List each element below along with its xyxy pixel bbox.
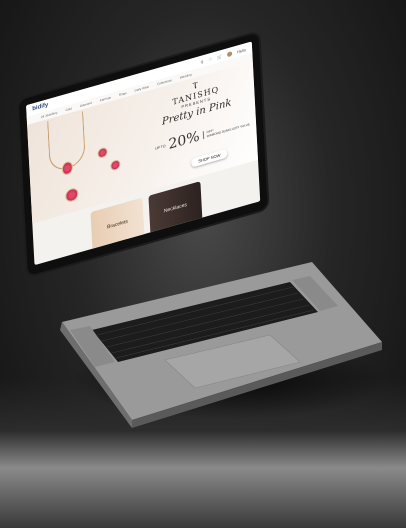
ring-gem: [65, 186, 79, 204]
category-label: Bracelets: [106, 218, 129, 231]
user-label[interactable]: Hello: [237, 47, 246, 55]
nav-item[interactable]: Gold: [65, 106, 72, 112]
earring-gem: [97, 146, 108, 160]
category-label: Necklaces: [163, 201, 188, 215]
discount-percent: 20%: [168, 128, 201, 153]
pendant-gem: [61, 160, 74, 177]
earring-gem: [110, 158, 121, 172]
search-icon[interactable]: ⚲: [200, 59, 203, 65]
shop-now-button[interactable]: SHOP NOW: [191, 148, 228, 168]
cart-icon[interactable]: 🛒: [217, 53, 222, 59]
offer-text: OFF* DIAMOND JEWELLERY VALUE: [202, 118, 250, 140]
up-to-label: UP TO: [154, 143, 166, 151]
avatar[interactable]: [226, 50, 233, 57]
heart-icon[interactable]: ♡: [208, 56, 212, 62]
